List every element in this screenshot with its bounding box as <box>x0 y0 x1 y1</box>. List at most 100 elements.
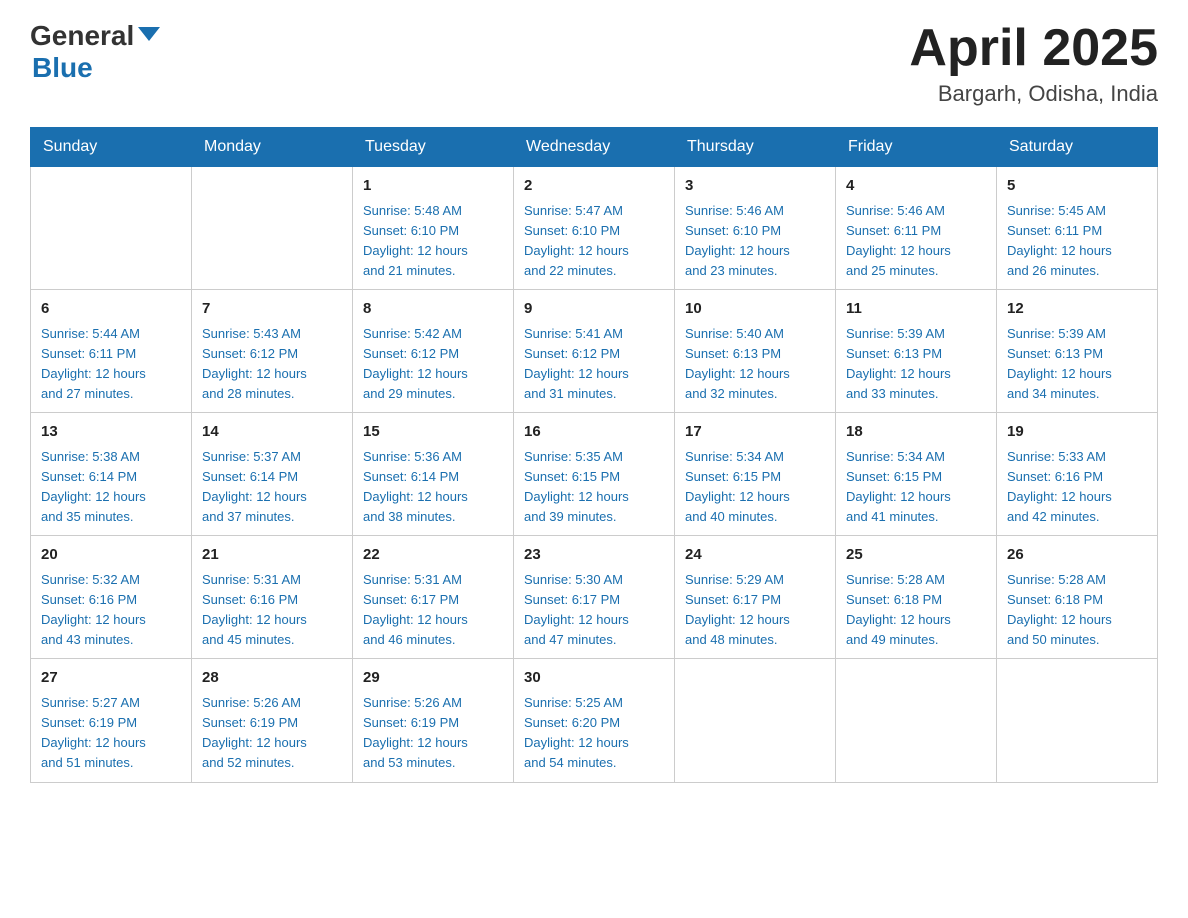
calendar-header: SundayMondayTuesdayWednesdayThursdayFrid… <box>31 128 1158 167</box>
day-number: 22 <box>363 544 503 567</box>
day-info: Sunrise: 5:45 AM Sunset: 6:11 PM Dayligh… <box>1007 201 1147 282</box>
logo-arrow-icon <box>138 23 160 45</box>
day-number: 20 <box>41 544 181 567</box>
day-number: 12 <box>1007 298 1147 321</box>
day-number: 24 <box>685 544 825 567</box>
calendar-cell: 12 Sunrise: 5:39 AM Sunset: 6:13 PM Dayli… <box>997 290 1158 413</box>
calendar-cell: 20 Sunrise: 5:32 AM Sunset: 6:16 PM Dayli… <box>31 536 192 659</box>
day-number: 6 <box>41 298 181 321</box>
weekday-header-thursday: Thursday <box>675 128 836 167</box>
calendar-cell: 13 Sunrise: 5:38 AM Sunset: 6:14 PM Dayli… <box>31 413 192 536</box>
calendar-cell <box>31 167 192 290</box>
calendar-cell: 28Sunrise: 5:26 AM Sunset: 6:19 PM Dayli… <box>192 659 353 782</box>
calendar-cell: 18 Sunrise: 5:34 AM Sunset: 6:15 PM Dayli… <box>836 413 997 536</box>
calendar-cell: 8Sunrise: 5:42 AM Sunset: 6:12 PM Daylig… <box>353 290 514 413</box>
day-info: Sunrise: 5:26 AM Sunset: 6:19 PM Dayligh… <box>363 693 503 774</box>
calendar-week-row: 13 Sunrise: 5:38 AM Sunset: 6:14 PM Dayli… <box>31 413 1158 536</box>
day-number: 13 <box>41 421 181 444</box>
calendar-cell: 14 Sunrise: 5:37 AM Sunset: 6:14 PM Dayli… <box>192 413 353 536</box>
day-number: 27 <box>41 667 181 690</box>
day-number: 23 <box>524 544 664 567</box>
calendar-cell: 16Sunrise: 5:35 AM Sunset: 6:15 PM Dayli… <box>514 413 675 536</box>
day-number: 19 <box>1007 421 1147 444</box>
calendar-cell: 6 Sunrise: 5:44 AM Sunset: 6:11 PM Daylig… <box>31 290 192 413</box>
calendar-cell: 21Sunrise: 5:31 AM Sunset: 6:16 PM Dayli… <box>192 536 353 659</box>
calendar-cell <box>675 659 836 782</box>
calendar-cell: 4 Sunrise: 5:46 AM Sunset: 6:11 PM Daylig… <box>836 167 997 290</box>
calendar-cell: 19 Sunrise: 5:33 AM Sunset: 6:16 PM Dayli… <box>997 413 1158 536</box>
calendar-cell: 22Sunrise: 5:31 AM Sunset: 6:17 PM Dayli… <box>353 536 514 659</box>
day-number: 11 <box>846 298 986 321</box>
weekday-header-monday: Monday <box>192 128 353 167</box>
page-header: General Blue April 2025 Bargarh, Odisha,… <box>30 20 1158 107</box>
calendar-cell: 1 Sunrise: 5:48 AM Sunset: 6:10 PM Daylig… <box>353 167 514 290</box>
calendar-cell: 23 Sunrise: 5:30 AM Sunset: 6:17 PM Dayli… <box>514 536 675 659</box>
day-info: Sunrise: 5:46 AM Sunset: 6:10 PM Dayligh… <box>685 201 825 282</box>
calendar-cell: 30 Sunrise: 5:25 AM Sunset: 6:20 PM Dayli… <box>514 659 675 782</box>
day-number: 14 <box>202 421 342 444</box>
logo-general-text: General <box>30 20 134 52</box>
calendar-cell: 15Sunrise: 5:36 AM Sunset: 6:14 PM Dayli… <box>353 413 514 536</box>
weekday-header-row: SundayMondayTuesdayWednesdayThursdayFrid… <box>31 128 1158 167</box>
weekday-header-tuesday: Tuesday <box>353 128 514 167</box>
weekday-header-wednesday: Wednesday <box>514 128 675 167</box>
calendar-cell: 10Sunrise: 5:40 AM Sunset: 6:13 PM Dayli… <box>675 290 836 413</box>
calendar-cell: 27 Sunrise: 5:27 AM Sunset: 6:19 PM Dayli… <box>31 659 192 782</box>
day-info: Sunrise: 5:43 AM Sunset: 6:12 PM Dayligh… <box>202 324 342 405</box>
day-info: Sunrise: 5:35 AM Sunset: 6:15 PM Dayligh… <box>524 447 664 528</box>
day-number: 15 <box>363 421 503 444</box>
day-number: 29 <box>363 667 503 690</box>
calendar-week-row: 27 Sunrise: 5:27 AM Sunset: 6:19 PM Dayli… <box>31 659 1158 782</box>
logo-blue-text: Blue <box>30 52 93 83</box>
calendar-week-row: 20 Sunrise: 5:32 AM Sunset: 6:16 PM Dayli… <box>31 536 1158 659</box>
day-info: Sunrise: 5:37 AM Sunset: 6:14 PM Dayligh… <box>202 447 342 528</box>
day-info: Sunrise: 5:38 AM Sunset: 6:14 PM Dayligh… <box>41 447 181 528</box>
day-number: 28 <box>202 667 342 690</box>
day-info: Sunrise: 5:33 AM Sunset: 6:16 PM Dayligh… <box>1007 447 1147 528</box>
day-info: Sunrise: 5:46 AM Sunset: 6:11 PM Dayligh… <box>846 201 986 282</box>
day-info: Sunrise: 5:41 AM Sunset: 6:12 PM Dayligh… <box>524 324 664 405</box>
day-info: Sunrise: 5:47 AM Sunset: 6:10 PM Dayligh… <box>524 201 664 282</box>
weekday-header-sunday: Sunday <box>31 128 192 167</box>
day-info: Sunrise: 5:28 AM Sunset: 6:18 PM Dayligh… <box>846 570 986 651</box>
calendar-cell: 9Sunrise: 5:41 AM Sunset: 6:12 PM Daylig… <box>514 290 675 413</box>
month-title: April 2025 <box>909 20 1158 77</box>
calendar-table: SundayMondayTuesdayWednesdayThursdayFrid… <box>30 127 1158 782</box>
calendar-cell: 5Sunrise: 5:45 AM Sunset: 6:11 PM Daylig… <box>997 167 1158 290</box>
day-info: Sunrise: 5:29 AM Sunset: 6:17 PM Dayligh… <box>685 570 825 651</box>
calendar-body: 1 Sunrise: 5:48 AM Sunset: 6:10 PM Daylig… <box>31 167 1158 782</box>
day-info: Sunrise: 5:30 AM Sunset: 6:17 PM Dayligh… <box>524 570 664 651</box>
weekday-header-friday: Friday <box>836 128 997 167</box>
calendar-cell <box>997 659 1158 782</box>
title-section: April 2025 Bargarh, Odisha, India <box>909 20 1158 107</box>
day-info: Sunrise: 5:39 AM Sunset: 6:13 PM Dayligh… <box>1007 324 1147 405</box>
calendar-cell: 24 Sunrise: 5:29 AM Sunset: 6:17 PM Dayli… <box>675 536 836 659</box>
day-info: Sunrise: 5:44 AM Sunset: 6:11 PM Dayligh… <box>41 324 181 405</box>
day-info: Sunrise: 5:34 AM Sunset: 6:15 PM Dayligh… <box>846 447 986 528</box>
day-info: Sunrise: 5:48 AM Sunset: 6:10 PM Dayligh… <box>363 201 503 282</box>
calendar-cell: 25 Sunrise: 5:28 AM Sunset: 6:18 PM Dayli… <box>836 536 997 659</box>
calendar-cell: 11Sunrise: 5:39 AM Sunset: 6:13 PM Dayli… <box>836 290 997 413</box>
day-info: Sunrise: 5:27 AM Sunset: 6:19 PM Dayligh… <box>41 693 181 774</box>
day-info: Sunrise: 5:34 AM Sunset: 6:15 PM Dayligh… <box>685 447 825 528</box>
day-number: 17 <box>685 421 825 444</box>
day-number: 3 <box>685 175 825 198</box>
day-info: Sunrise: 5:25 AM Sunset: 6:20 PM Dayligh… <box>524 693 664 774</box>
logo: General Blue <box>30 20 160 84</box>
day-info: Sunrise: 5:31 AM Sunset: 6:16 PM Dayligh… <box>202 570 342 651</box>
day-number: 30 <box>524 667 664 690</box>
weekday-header-saturday: Saturday <box>997 128 1158 167</box>
calendar-week-row: 1 Sunrise: 5:48 AM Sunset: 6:10 PM Daylig… <box>31 167 1158 290</box>
location-subtitle: Bargarh, Odisha, India <box>909 81 1158 107</box>
calendar-cell: 26 Sunrise: 5:28 AM Sunset: 6:18 PM Dayli… <box>997 536 1158 659</box>
day-number: 2 <box>524 175 664 198</box>
day-number: 4 <box>846 175 986 198</box>
day-number: 18 <box>846 421 986 444</box>
day-number: 1 <box>363 175 503 198</box>
day-info: Sunrise: 5:32 AM Sunset: 6:16 PM Dayligh… <box>41 570 181 651</box>
calendar-cell <box>836 659 997 782</box>
day-number: 8 <box>363 298 503 321</box>
day-info: Sunrise: 5:28 AM Sunset: 6:18 PM Dayligh… <box>1007 570 1147 651</box>
day-number: 25 <box>846 544 986 567</box>
day-number: 26 <box>1007 544 1147 567</box>
